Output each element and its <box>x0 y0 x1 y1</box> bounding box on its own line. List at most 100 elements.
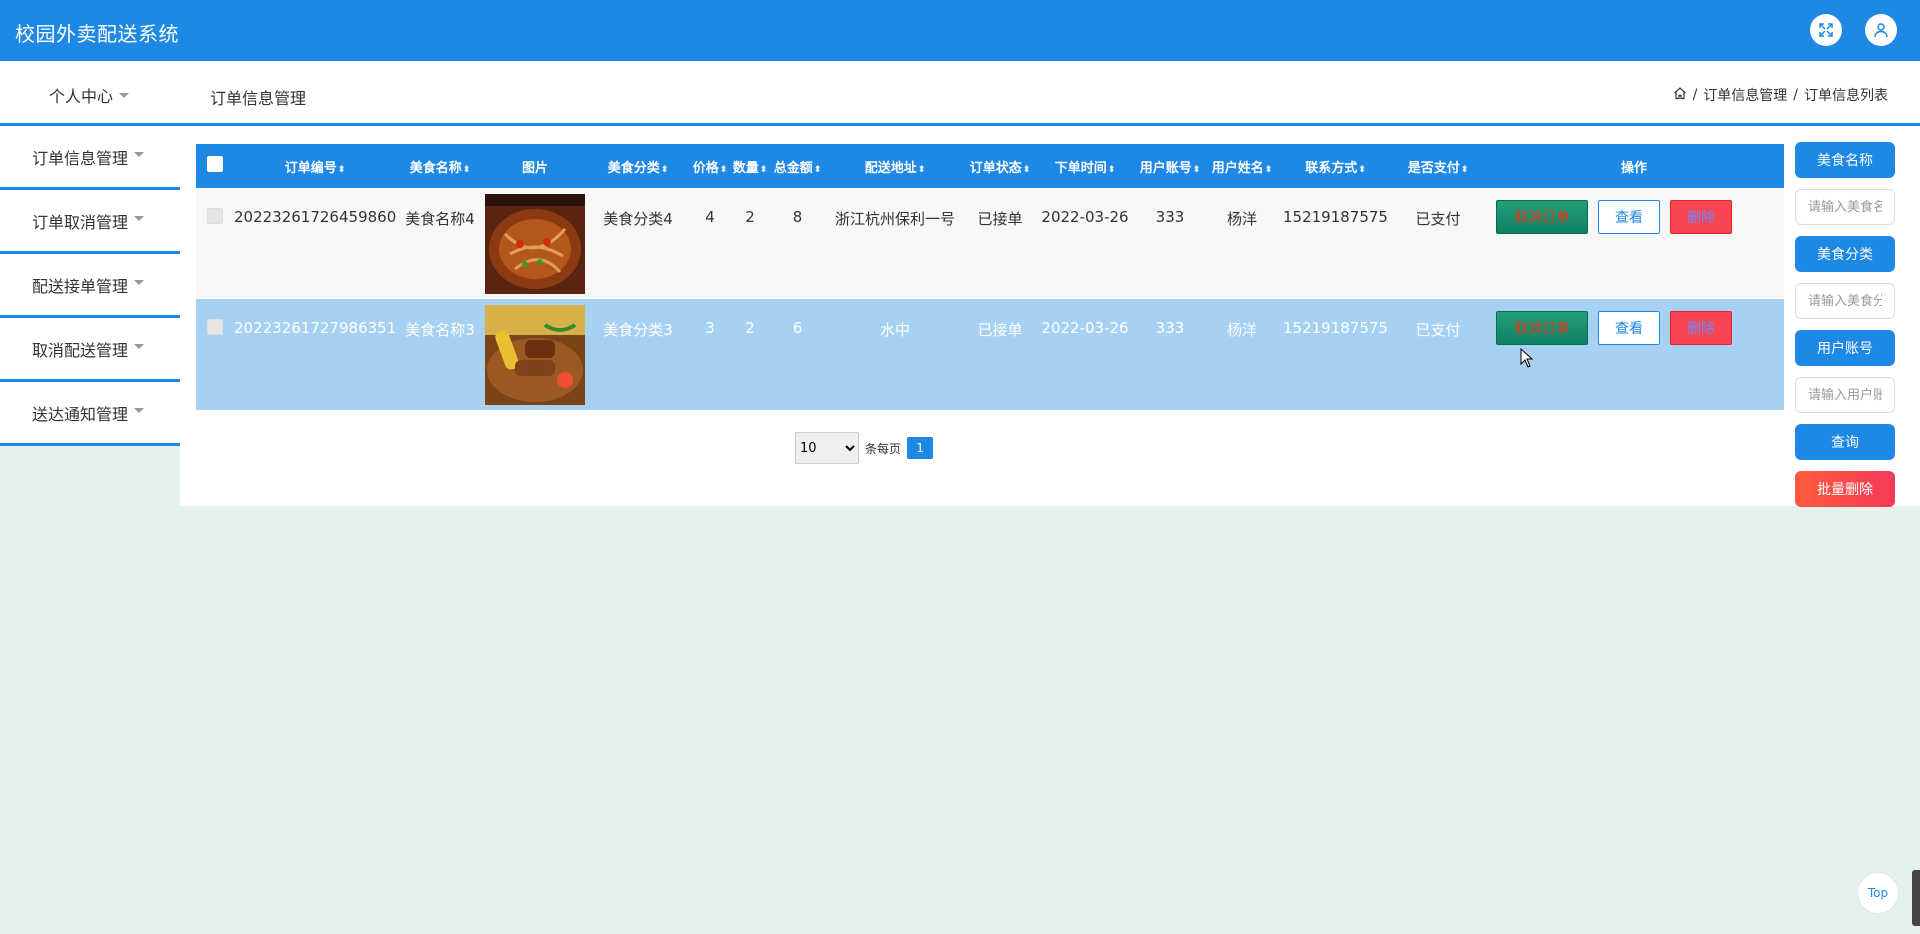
user-icon[interactable] <box>1865 14 1897 46</box>
order-table: 订单编号⬍ 美食名称⬍ 图片 美食分类⬍ 价格⬍ 数量⬍ 总金额⬍ 配送地址⬍ … <box>196 144 1784 410</box>
column-header[interactable]: 配送地址⬍ <box>825 157 965 176</box>
contact-phone: 15219187575 <box>1283 319 1388 337</box>
column-header[interactable]: 下单时间⬍ <box>1035 157 1135 176</box>
user-account: 333 <box>1155 208 1185 226</box>
mouse-cursor-icon <box>1520 347 1534 372</box>
breadcrumb: / 订单信息管理 / 订单信息列表 <box>1673 85 1888 105</box>
sidebar-item-label: 配送接单管理 <box>32 276 129 296</box>
quantity: 2 <box>745 319 755 337</box>
order-time: 2022-03-26 <box>1041 319 1129 337</box>
breadcrumb-item[interactable]: 订单信息管理 <box>1703 85 1787 105</box>
order-status: 已接单 <box>977 210 1023 228</box>
column-header[interactable]: 数量⬍ <box>730 157 770 176</box>
sidebar: 订单信息管理 订单取消管理 配送接单管理 取消配送管理 送达通知管理 <box>0 126 180 446</box>
column-header[interactable]: 订单编号⬍ <box>234 157 396 176</box>
account-search-label[interactable]: 用户账号 <box>1795 330 1895 366</box>
order-number: 20223261727986351147 <box>234 319 396 337</box>
payment-status: 已支付 <box>1415 321 1461 339</box>
column-header[interactable]: 是否支付⬍ <box>1392 157 1484 176</box>
user-account: 333 <box>1155 319 1185 337</box>
page-title: 订单信息管理 <box>210 89 307 108</box>
breadcrumb-item: 订单信息列表 <box>1804 88 1888 104</box>
category-search-label[interactable]: 美食分类 <box>1795 236 1895 272</box>
food-image <box>484 188 586 294</box>
column-header: 操作 <box>1620 160 1647 176</box>
breadcrumb-separator: / <box>1793 87 1798 103</box>
top-bar: 校园外卖配送系统 <box>0 0 1920 61</box>
breadcrumb-separator: / <box>1692 87 1698 103</box>
order-number: 20223261726459860154​9 <box>234 208 396 226</box>
scrollbar-handle[interactable] <box>1912 870 1920 926</box>
total-amount: 8 <box>792 208 803 226</box>
column-header[interactable]: 价格⬍ <box>690 157 730 176</box>
account-search-input[interactable] <box>1795 377 1895 413</box>
user-name: 杨洋 <box>1226 210 1257 228</box>
delivery-address: 浙江杭州保利一号 <box>834 210 955 228</box>
food-image <box>484 299 586 405</box>
contact-phone: 15219187575 <box>1283 208 1388 226</box>
sidebar-item-label: 取消配送管理 <box>32 340 129 360</box>
category-search-input[interactable] <box>1795 283 1895 319</box>
back-to-top-button[interactable]: Top <box>1857 872 1899 914</box>
row-actions: 取消订单 查看 删除 <box>1484 188 1784 234</box>
column-header[interactable]: 用户账号⬍ <box>1135 157 1205 176</box>
payment-status: 已支付 <box>1415 210 1461 228</box>
sidebar-item-delivery-accept[interactable]: 配送接单管理 <box>0 254 180 318</box>
sidebar-item-label: 送达通知管理 <box>32 404 129 424</box>
food-category: 美食分类4 <box>603 210 673 228</box>
view-button[interactable]: 查看 <box>1598 311 1660 345</box>
sidebar-item-order-info[interactable]: 订单信息管理 <box>0 126 180 190</box>
personal-center-menu[interactable]: 个人中心 <box>49 83 130 107</box>
food-name-search-label[interactable]: 美食名称 <box>1795 142 1895 178</box>
batch-delete-button[interactable]: 批量删除 <box>1795 471 1895 507</box>
home-icon[interactable] <box>1673 86 1687 104</box>
sidebar-item-order-cancel[interactable]: 订单取消管理 <box>0 190 180 254</box>
food-name: 美食名称3 <box>405 321 475 339</box>
row-actions: 取消订单 查看 删除 <box>1484 299 1784 345</box>
fullscreen-icon[interactable] <box>1810 14 1842 46</box>
column-header[interactable]: 总金额⬍ <box>770 157 825 176</box>
chevron-down-icon <box>119 93 130 98</box>
page-number-button[interactable]: 1 <box>907 437 934 459</box>
food-name-search-input[interactable] <box>1795 189 1895 225</box>
food-category: 美食分类3 <box>603 321 673 339</box>
column-header[interactable]: 联系方式⬍ <box>1279 157 1392 176</box>
column-header: 图片 <box>521 160 548 176</box>
select-all-checkbox[interactable] <box>196 156 234 176</box>
view-button[interactable]: 查看 <box>1598 200 1660 234</box>
search-panel: 美食名称 美食分类 用户账号 查询 批量删除 <box>1795 142 1895 518</box>
table-row[interactable]: 20223261727986351147 美食名称3 美食分类3 3 2 6 水… <box>196 299 1784 410</box>
chevron-down-icon <box>134 408 145 413</box>
sidebar-item-delivery-notice[interactable]: 送达通知管理 <box>0 382 180 446</box>
sidebar-item-delivery-cancel[interactable]: 取消配送管理 <box>0 318 180 382</box>
sidebar-item-label: 订单信息管理 <box>32 148 129 168</box>
column-header[interactable]: 美食分类⬍ <box>586 157 690 176</box>
column-header[interactable]: 订单状态⬍ <box>965 157 1035 176</box>
query-button[interactable]: 查询 <box>1795 424 1895 460</box>
per-page-label: 条每页 <box>865 441 902 456</box>
quantity: 2 <box>745 208 755 226</box>
total-amount: 6 <box>792 319 803 337</box>
table-row[interactable]: 20223261726459860154​9 美食名称4 美食分类4 4 2 8… <box>196 188 1784 299</box>
column-header[interactable]: 用户姓名⬍ <box>1205 157 1279 176</box>
row-checkbox[interactable] <box>196 299 234 339</box>
row-checkbox[interactable] <box>196 188 234 228</box>
order-status: 已接单 <box>977 321 1023 339</box>
chevron-down-icon <box>134 152 145 157</box>
food-name: 美食名称4 <box>405 210 475 228</box>
cancel-order-button[interactable]: 取消订单 <box>1496 200 1588 234</box>
order-time: 2022-03-26 <box>1041 208 1129 226</box>
price: 4 <box>705 208 715 226</box>
user-name: 杨洋 <box>1226 321 1257 339</box>
chevron-down-icon <box>134 280 145 285</box>
app-title: 校园外卖配送系统 <box>15 22 179 46</box>
delete-button[interactable]: 删除 <box>1670 311 1732 345</box>
chevron-down-icon <box>134 344 145 349</box>
sidebar-item-label: 订单取消管理 <box>32 212 129 232</box>
delete-button[interactable]: 删除 <box>1670 200 1732 234</box>
price: 3 <box>705 319 715 337</box>
cancel-order-button[interactable]: 取消订单 <box>1496 311 1588 345</box>
page-size-select[interactable]: 10 <box>795 432 859 464</box>
delivery-address: 水中 <box>879 321 910 339</box>
column-header[interactable]: 美食名称⬍ <box>396 157 484 176</box>
